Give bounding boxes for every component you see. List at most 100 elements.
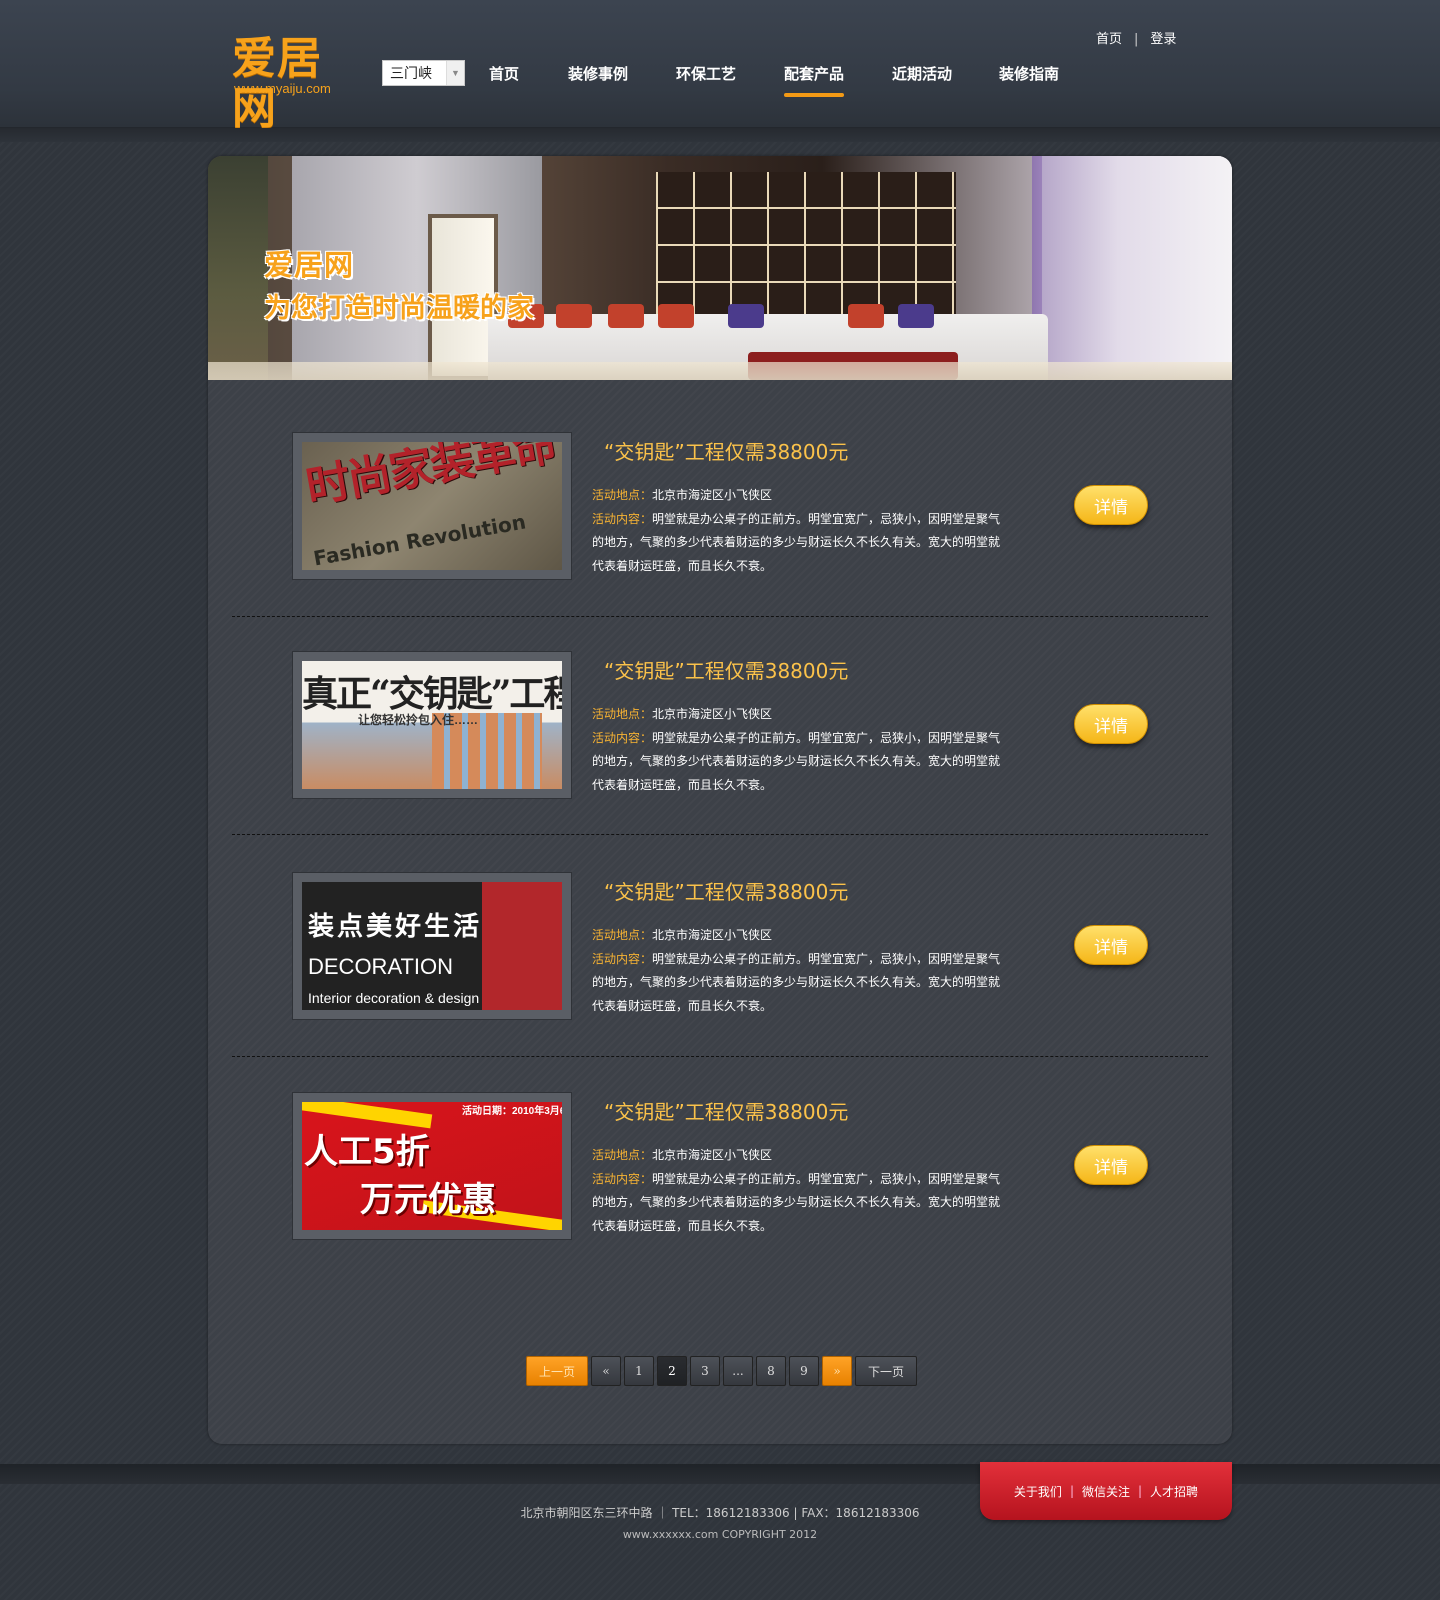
product-item: 时尚家装革命 Fashion Revolution “交钥匙”工程仅需38800… [208, 432, 1232, 632]
content-value: 明堂就是办公桌子的正前方。明堂宜宽广，忌狭小，因明堂是聚气的地方，气聚的多少代表… [592, 951, 1001, 1013]
content-value: 明堂就是办公桌子的正前方。明堂宜宽广，忌狭小，因明堂是聚气的地方，气聚的多少代表… [592, 1171, 1001, 1233]
product-title[interactable]: “交钥匙”工程仅需38800元 [604, 436, 848, 465]
prev-page-button[interactable]: 上一页 [526, 1356, 588, 1386]
product-item: 装点美好生活 DECORATION Interior decoration & … [208, 872, 1232, 1072]
detail-button[interactable]: 详情 [1074, 485, 1148, 525]
detail-button[interactable]: 详情 [1074, 925, 1148, 965]
location-label: 活动地点： [592, 928, 653, 942]
chevron-down-icon[interactable]: ▼ [446, 61, 464, 85]
first-page-button[interactable]: « [591, 1356, 621, 1386]
banner-pillow [898, 304, 934, 328]
site-header: 爱居网 www.myaiju.com 三门峡 ▼ 首页 装修事例 环保工艺 配套… [0, 0, 1440, 142]
location-value: 北京市海淀区小飞侠区 [652, 488, 773, 502]
product-thumbnail[interactable]: 装点美好生活 DECORATION Interior decoration & … [292, 872, 572, 1020]
page-button[interactable]: 1 [624, 1356, 654, 1386]
city-select-value: 三门峡 [390, 66, 432, 82]
content-label: 活动内容： [592, 730, 653, 745]
nav-item-cases[interactable]: 装修事例 [568, 63, 628, 85]
footer-copyright: www.xxxxxx.com COPYRIGHT 2012 [622, 1528, 818, 1541]
product-item: 真正“交钥匙”工程 让您轻松拎包入住…… “交钥匙”工程仅需38800元 活动地… [208, 651, 1232, 851]
banner-floor [208, 362, 1232, 380]
banner-window [1042, 156, 1232, 380]
footer-link-separator: | [1138, 1484, 1143, 1498]
location-value: 北京市海淀区小飞侠区 [652, 928, 773, 942]
nav-item-guide[interactable]: 装修指南 [999, 63, 1059, 85]
product-thumbnail[interactable]: 真正“交钥匙”工程 让您轻松拎包入住…… [292, 651, 572, 799]
footer-address: 北京市朝阳区东三环中路 ｜ TEL：18612183306 | FAX：1861… [520, 1506, 920, 1520]
thumbnail-subcaption: 让您轻松拎包入住…… [358, 713, 479, 727]
content-label: 活动内容： [592, 1171, 653, 1186]
hero-banner: 爱居网 为您打造时尚温暖的家 [208, 156, 1232, 380]
detail-button[interactable]: 详情 [1074, 704, 1148, 744]
thumbnail-image: 真正“交钥匙”工程 让您轻松拎包入住…… [302, 661, 562, 789]
content-label: 活动内容： [592, 951, 653, 966]
nav-item-eco-craft[interactable]: 环保工艺 [676, 63, 736, 85]
content-value: 明堂就是办公桌子的正前方。明堂宜宽广，忌狭小，因明堂是聚气的地方，气聚的多少代表… [592, 730, 1001, 792]
logo-url: www.myaiju.com [234, 81, 331, 96]
item-divider [232, 616, 1208, 617]
footer-link-about[interactable]: 关于我们 [1014, 1483, 1062, 1500]
thumbnail-brick [482, 882, 562, 1010]
nav-item-home[interactable]: 首页 [489, 63, 519, 85]
city-select[interactable]: 三门峡 ▼ [382, 60, 465, 86]
banner-pillow [556, 304, 592, 328]
item-divider [232, 1056, 1208, 1057]
site-logo[interactable]: 爱居网 www.myaiju.com [232, 34, 362, 134]
content-panel: 爱居网 为您打造时尚温暖的家 时尚家装革命 Fashion Revolution… [208, 156, 1232, 1444]
page-ellipsis: ... [723, 1356, 753, 1386]
thumbnail-image: 装点美好生活 DECORATION Interior decoration & … [302, 882, 562, 1010]
thumbnail-subcaption: Fashion Revolution [311, 509, 528, 570]
thumbnail-image: 时尚家装革命 Fashion Revolution [302, 442, 562, 570]
top-links: 首页 | 登录 [1096, 28, 1176, 47]
nav-item-events[interactable]: 近期活动 [892, 63, 952, 85]
thumbnail-image: 活动日期：2010年3月6日-3月2 人工5折 万元优惠 [302, 1102, 562, 1230]
banner-pillow [658, 304, 694, 328]
item-divider [232, 834, 1208, 835]
thumbnail-caption: 装点美好生活 [308, 912, 483, 942]
thumbnail-subcaption: 万元优惠 [360, 1180, 496, 1220]
thumbnail-tagline: Interior decoration & design [308, 990, 480, 1006]
top-link-login[interactable]: 登录 [1150, 32, 1176, 47]
banner-shelf [656, 172, 956, 322]
nav-item-products[interactable]: 配套产品 [784, 63, 845, 97]
footer-link-jobs[interactable]: 人才招聘 [1150, 1483, 1198, 1500]
product-info: 活动地点：北京市海淀区小飞侠区 活动内容：明堂就是办公桌子的正前方。明堂宜宽广，… [592, 1144, 1002, 1238]
location-value: 北京市海淀区小飞侠区 [652, 707, 773, 721]
content-label: 活动内容： [592, 511, 653, 526]
footer-link-wechat[interactable]: 微信关注 [1082, 1483, 1130, 1500]
page-button[interactable]: 9 [789, 1356, 819, 1386]
thumbnail-date: 活动日期：2010年3月6日-3月2 [462, 1106, 562, 1117]
product-info: 活动地点：北京市海淀区小飞侠区 活动内容：明堂就是办公桌子的正前方。明堂宜宽广，… [592, 703, 1002, 797]
product-title[interactable]: “交钥匙”工程仅需38800元 [604, 1096, 848, 1125]
thumbnail-caption: 真正“交钥匙”工程 [302, 673, 562, 715]
location-label: 活动地点： [592, 707, 653, 721]
product-info: 活动地点：北京市海淀区小飞侠区 活动内容：明堂就是办公桌子的正前方。明堂宜宽广，… [592, 924, 1002, 1018]
location-label: 活动地点： [592, 488, 653, 502]
banner-pillow [608, 304, 644, 328]
page-button[interactable]: 8 [756, 1356, 786, 1386]
next-page-button[interactable]: 下一页 [855, 1356, 917, 1386]
content-value: 明堂就是办公桌子的正前方。明堂宜宽广，忌狭小，因明堂是聚气的地方，气聚的多少代表… [592, 511, 1001, 573]
banner-slogan-brand: 爱居网 [264, 248, 355, 282]
banner-pillow [728, 304, 764, 328]
banner-slogan: 为您打造时尚温暖的家 [264, 293, 534, 324]
location-label: 活动地点： [592, 1148, 653, 1162]
product-title[interactable]: “交钥匙”工程仅需38800元 [604, 655, 848, 684]
product-title[interactable]: “交钥匙”工程仅需38800元 [604, 876, 848, 905]
top-link-separator: | [1134, 32, 1139, 47]
product-item: 活动日期：2010年3月6日-3月2 人工5折 万元优惠 “交钥匙”工程仅需38… [208, 1092, 1232, 1292]
thumbnail-subcaption: DECORATION [308, 954, 454, 979]
banner-pillow [848, 304, 884, 328]
top-link-home[interactable]: 首页 [1096, 32, 1122, 47]
footer-link-separator: | [1069, 1484, 1074, 1498]
thumbnail-caption: 人工5折 [304, 1132, 430, 1172]
detail-button[interactable]: 详情 [1074, 1145, 1148, 1185]
page-button[interactable]: 3 [690, 1356, 720, 1386]
product-thumbnail[interactable]: 活动日期：2010年3月6日-3月2 人工5折 万元优惠 [292, 1092, 572, 1240]
product-thumbnail[interactable]: 时尚家装革命 Fashion Revolution [292, 432, 572, 580]
product-info: 活动地点：北京市海淀区小飞侠区 活动内容：明堂就是办公桌子的正前方。明堂宜宽广，… [592, 484, 1002, 578]
thumbnail-caption: 时尚家装革命 [302, 442, 560, 514]
location-value: 北京市海淀区小飞侠区 [652, 1148, 773, 1162]
page-button-current[interactable]: 2 [657, 1356, 687, 1386]
last-page-button[interactable]: » [822, 1356, 852, 1386]
